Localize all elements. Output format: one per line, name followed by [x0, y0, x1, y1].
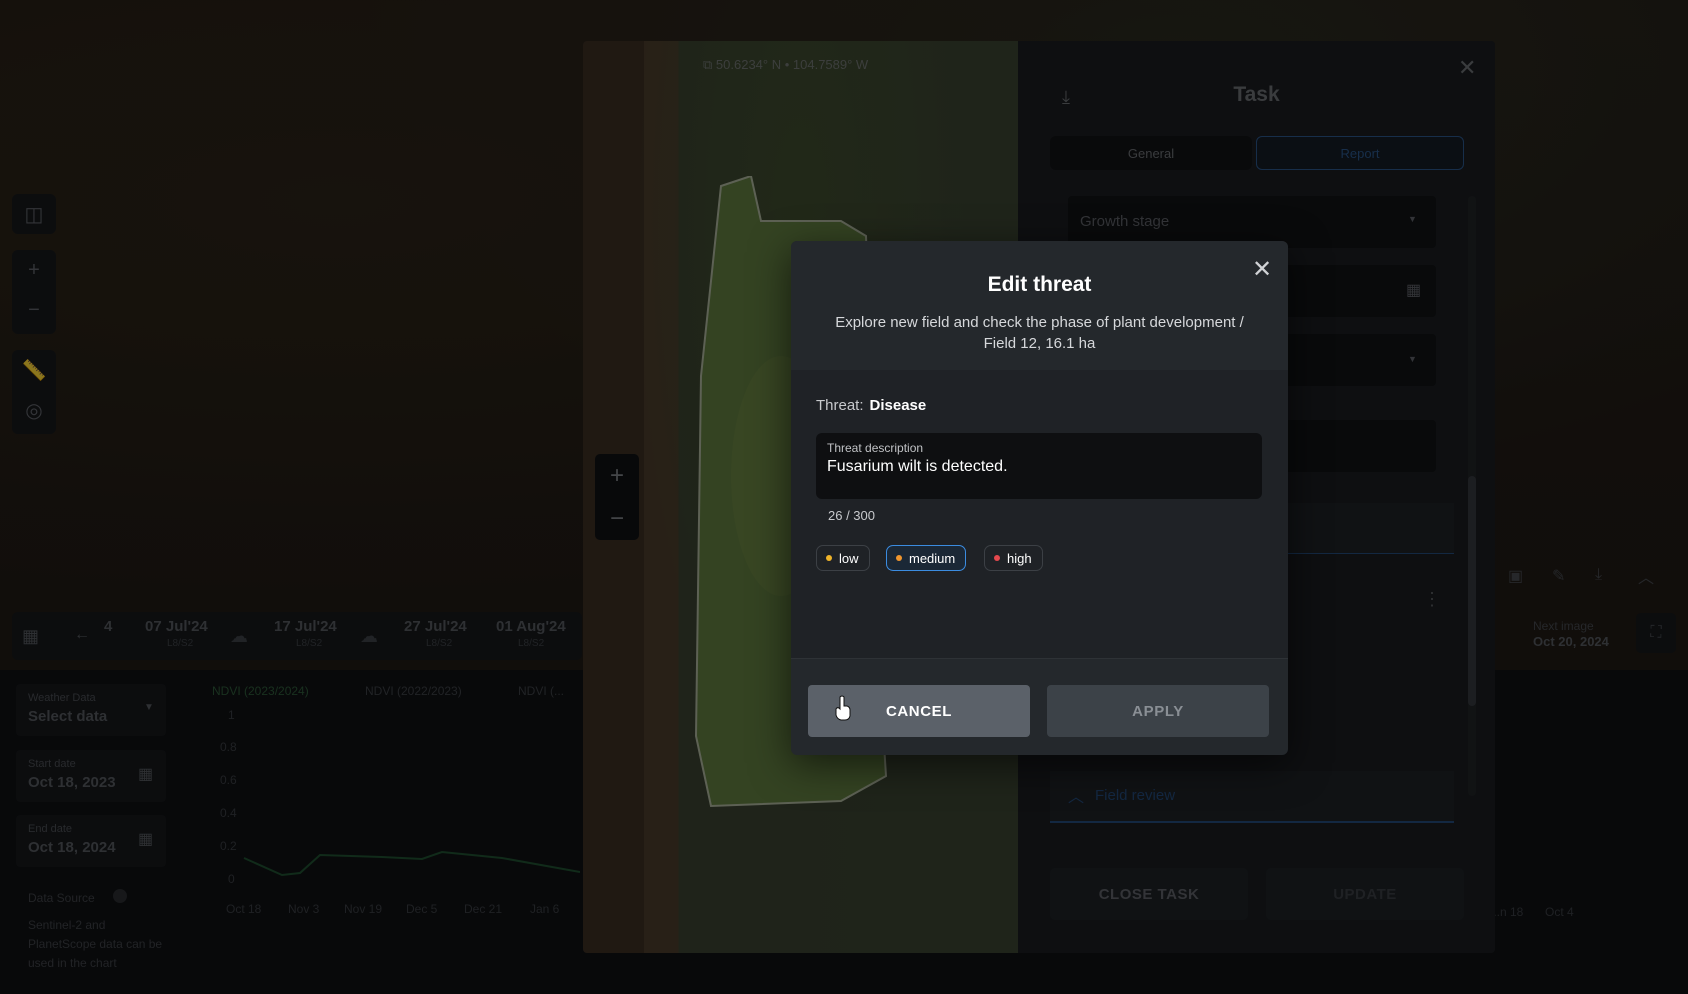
- severity-label: low: [839, 550, 859, 566]
- cancel-label: CANCEL: [885, 702, 953, 720]
- severity-low-chip[interactable]: low: [816, 545, 870, 571]
- threat-description-input[interactable]: Fusarium wilt is detected.: [827, 458, 1008, 476]
- character-count: 26 / 300: [828, 508, 875, 523]
- severity-dot: [826, 555, 832, 561]
- severity-label: high: [1007, 550, 1032, 566]
- severity-medium-chip[interactable]: medium: [886, 545, 967, 571]
- dialog-title: Edit threat: [987, 273, 1092, 296]
- dialog-subtitle: Explore new field and check the phase of…: [835, 314, 1244, 352]
- severity-dot: [896, 555, 902, 561]
- dialog-header: Edit threat Explore new field and check …: [791, 241, 1288, 370]
- severity-high-chip[interactable]: high: [984, 545, 1043, 571]
- hand-cursor-icon: [835, 695, 851, 721]
- threat-value: Disease: [869, 397, 927, 414]
- close-icon[interactable]: ✕: [1248, 255, 1276, 283]
- threat-label: Threat:: [816, 397, 864, 414]
- severity-dot: [994, 555, 1000, 561]
- threat-description-field[interactable]: Threat description Fusarium wilt is dete…: [816, 433, 1262, 499]
- threat-description-label: Threat description: [827, 441, 924, 455]
- edit-threat-dialog: Edit threat Explore new field and check …: [791, 241, 1288, 755]
- threat-info: Threat: Disease: [816, 397, 926, 414]
- apply-button[interactable]: APPLY: [1047, 685, 1269, 737]
- severity-label: medium: [909, 550, 956, 566]
